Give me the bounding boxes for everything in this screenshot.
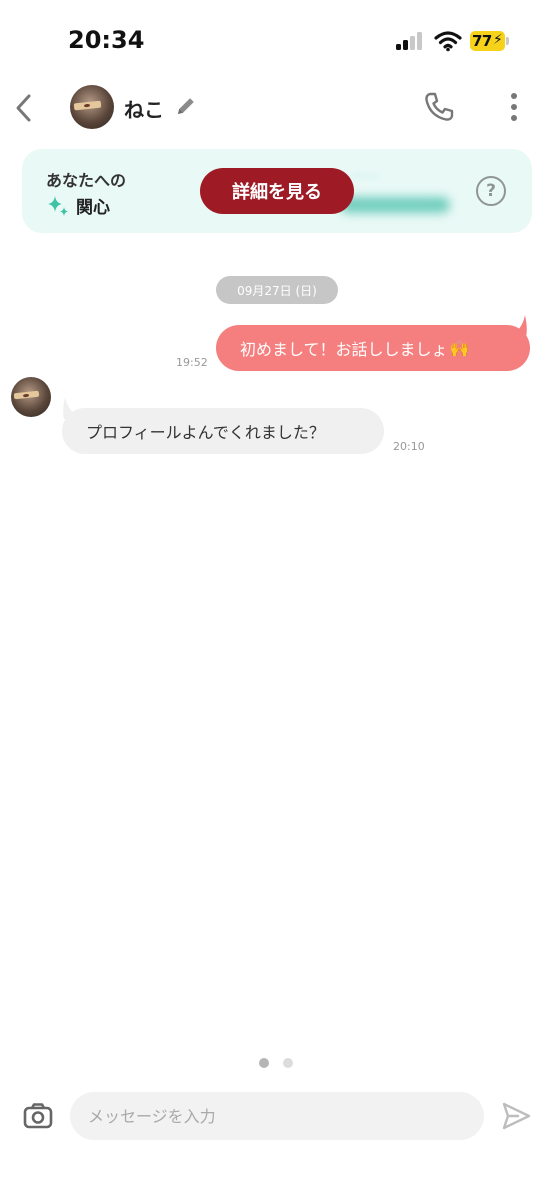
blurred-content: ······: [352, 169, 379, 185]
message-input[interactable]: [70, 1092, 484, 1140]
raised-hands-emoji: 🙌: [449, 338, 470, 358]
sparkle-icon: [48, 195, 68, 216]
date-separator: 09月27日 (日): [216, 276, 338, 304]
chat-header: ねこ: [0, 80, 554, 136]
view-details-button[interactable]: 詳細を見る: [200, 168, 354, 214]
camera-icon[interactable]: [22, 1100, 54, 1132]
send-icon[interactable]: [500, 1100, 532, 1132]
battery-indicator: 77 ⚡: [470, 31, 510, 51]
interest-card: あなたへの 関心 ······ 詳細を見る ?: [22, 149, 532, 233]
wifi-icon: [434, 31, 462, 52]
interest-title-line2-text: 関心: [76, 198, 110, 218]
sender-avatar[interactable]: [11, 377, 51, 417]
received-message-bubble[interactable]: プロフィールよんでくれました？: [62, 408, 384, 454]
phone-icon[interactable]: [422, 90, 456, 124]
battery-level: 77: [472, 32, 492, 50]
partner-avatar[interactable]: [70, 85, 114, 129]
more-vertical-icon[interactable]: [502, 90, 526, 126]
help-icon[interactable]: ?: [476, 176, 506, 206]
blurred-bar: [340, 197, 450, 213]
status-bar: 20:34 77 ⚡: [0, 0, 554, 80]
page-dot-2[interactable]: [283, 1058, 293, 1068]
cellular-signal-icon: [396, 32, 424, 50]
sent-message-bubble[interactable]: 初めまして！お話ししましょ 🙌: [216, 325, 530, 371]
page-dot-1[interactable]: [259, 1058, 269, 1068]
back-button[interactable]: [8, 90, 38, 126]
interest-title-line1: あなたへの: [46, 171, 127, 190]
interest-title-line2: 関心: [46, 193, 110, 218]
charging-bolt-icon: ⚡: [493, 32, 503, 48]
received-message-text: プロフィールよんでくれました？: [86, 423, 325, 442]
sent-message-text: 初めまして！お話ししましょ: [240, 340, 448, 359]
sent-message-time: 19:52: [176, 356, 208, 369]
status-time: 20:34: [68, 26, 145, 54]
page-indicator: [259, 1058, 299, 1070]
partner-name: ねこ: [124, 98, 164, 122]
received-message-time: 20:10: [393, 440, 425, 453]
chevron-left-icon: [16, 94, 31, 122]
pencil-icon[interactable]: [174, 94, 198, 118]
